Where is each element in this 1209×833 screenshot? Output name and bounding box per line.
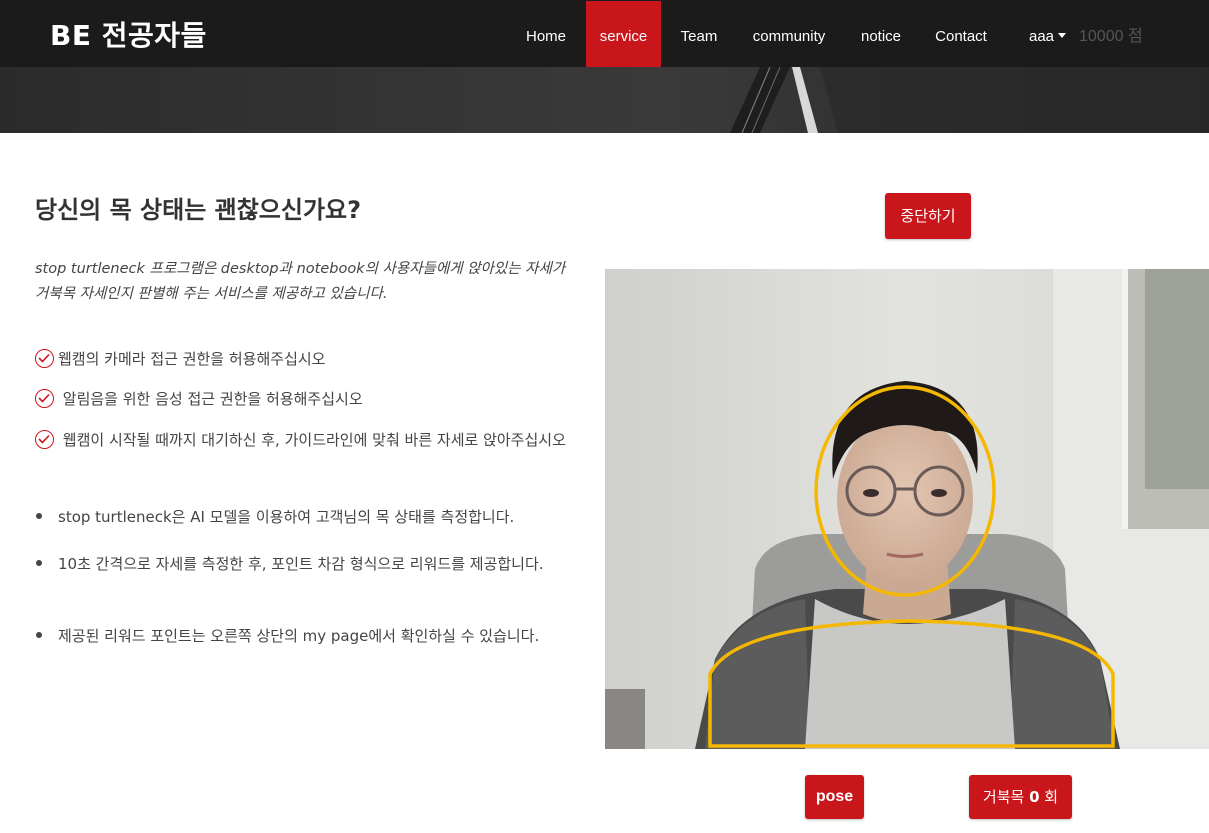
page-title: 당신의 목 상태는 괜찮으신가요? bbox=[35, 196, 362, 224]
nav-item-home[interactable]: Home bbox=[513, 0, 579, 70]
checklist-text: 웹캠이 시작될 때까지 대기하신 후, 가이드라인에 맞춰 바른 자세로 앉아주… bbox=[62, 431, 566, 449]
bullet-icon bbox=[36, 513, 42, 519]
list-item: 10초 간격으로 자세를 측정한 후, 포인트 차감 형식으로 리워드를 제공합… bbox=[35, 552, 580, 576]
turtle-count-suffix: 회 bbox=[1044, 788, 1059, 806]
webcam-video bbox=[605, 269, 1209, 749]
nav-item-notice[interactable]: notice bbox=[849, 0, 913, 70]
checklist-text: 웹캠의 카메라 접근 권한을 허용해주십시오 bbox=[58, 350, 326, 368]
webcam-feed bbox=[605, 269, 1209, 749]
hero-background-image bbox=[0, 67, 1209, 133]
checklist-item: 웹캠의 카메라 접근 권한을 허용해주십시오 bbox=[35, 347, 580, 372]
nav-item-team[interactable]: Team bbox=[668, 0, 730, 70]
list-item: stop turtleneck은 AI 모델을 이용하여 고객님의 목 상태를 … bbox=[35, 505, 580, 529]
hero-banner bbox=[0, 67, 1209, 133]
points-display: 10000 점 bbox=[1079, 28, 1143, 45]
checklist-item: 알림음을 위한 음성 접근 권한을 허용해주십시오 bbox=[35, 387, 580, 412]
turtle-count-button[interactable]: 거북목 0 회 bbox=[969, 775, 1072, 819]
bullet-icon bbox=[36, 560, 42, 566]
checklist-item: 웹캠이 시작될 때까지 대기하신 후, 가이드라인에 맞춰 바른 자세로 앉아주… bbox=[35, 428, 580, 453]
turtle-count-prefix: 거북목 bbox=[982, 788, 1025, 806]
navbar: BE 전공자들 Home service Team community noti… bbox=[0, 0, 1209, 70]
list-item-text: 10초 간격으로 자세를 측정한 후, 포인트 차감 형식으로 리워드를 제공합… bbox=[58, 555, 544, 573]
nav-item-service[interactable]: service bbox=[586, 1, 661, 70]
list-item: 제공된 리워드 포인트는 오른쪽 상단의 my page에서 확인하실 수 있습… bbox=[35, 624, 580, 648]
user-name: aaa bbox=[1029, 28, 1055, 45]
nav-item-contact[interactable]: Contact bbox=[924, 0, 998, 70]
turtle-count-value: 0 bbox=[1029, 788, 1040, 806]
bullet-icon bbox=[36, 632, 42, 638]
user-dropdown[interactable]: aaa bbox=[1029, 0, 1067, 70]
check-circle-icon bbox=[35, 349, 54, 368]
list-item-text: 제공된 리워드 포인트는 오른쪽 상단의 my page에서 확인하실 수 있습… bbox=[58, 627, 540, 645]
check-circle-icon bbox=[35, 389, 54, 408]
nav-item-community[interactable]: community bbox=[739, 0, 839, 70]
pose-button[interactable]: pose bbox=[805, 775, 864, 819]
chevron-down-icon bbox=[1058, 33, 1067, 39]
check-circle-icon bbox=[35, 430, 54, 449]
brand-logo[interactable]: BE 전공자들 bbox=[50, 14, 207, 54]
intro-text: stop turtleneck 프로그램은 desktop과 notebook의… bbox=[35, 261, 566, 302]
stop-button[interactable]: 중단하기 bbox=[885, 193, 971, 239]
list-item-text: stop turtleneck은 AI 모델을 이용하여 고객님의 목 상태를 … bbox=[58, 508, 515, 526]
checklist-text: 알림음을 위한 음성 접근 권한을 허용해주십시오 bbox=[62, 390, 363, 408]
